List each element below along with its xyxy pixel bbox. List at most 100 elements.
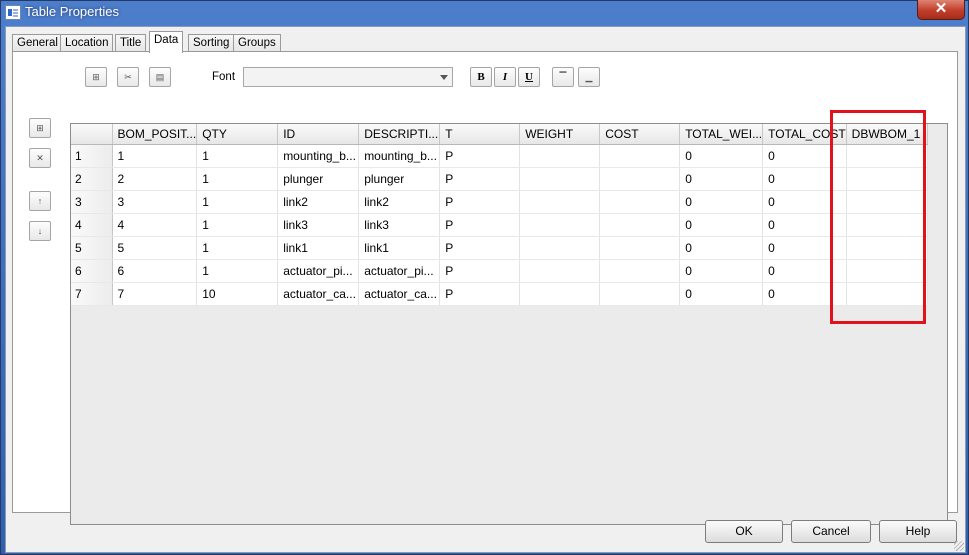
cut-column-icon[interactable]: ✂: [117, 67, 139, 87]
table-cell[interactable]: actuator_ca...: [358, 282, 441, 306]
table-cell[interactable]: P: [439, 144, 521, 168]
table-cell[interactable]: [599, 282, 681, 306]
tab-title[interactable]: Title: [115, 34, 147, 52]
table-cell[interactable]: [519, 213, 601, 237]
table-cell[interactable]: 1: [196, 259, 279, 283]
ok-button[interactable]: OK: [705, 520, 783, 543]
table-row[interactable]: 3 3 1 link2 link2 P 0 0: [71, 190, 928, 214]
table-cell[interactable]: link1: [277, 236, 360, 260]
title-bar[interactable]: Table Properties ✕: [1, 0, 968, 23]
add-row-icon[interactable]: ⊞: [29, 118, 51, 138]
row-number[interactable]: 2: [71, 167, 113, 191]
table-cell[interactable]: P: [439, 259, 521, 283]
column-header[interactable]: BOM_POSIT...: [112, 124, 198, 145]
delete-row-icon[interactable]: ✕: [29, 148, 51, 168]
table-cell[interactable]: P: [439, 282, 521, 306]
column-header[interactable]: WEIGHT: [519, 124, 601, 145]
table-cell[interactable]: [519, 236, 601, 260]
table-cell[interactable]: 1: [196, 167, 279, 191]
row-number[interactable]: 3: [71, 190, 113, 214]
table-cell[interactable]: [599, 259, 681, 283]
column-header[interactable]: TOTAL_WEI...: [679, 124, 764, 145]
row-number[interactable]: 5: [71, 236, 113, 260]
font-dropdown[interactable]: [243, 67, 453, 87]
table-cell[interactable]: 0: [679, 259, 764, 283]
table-row[interactable]: 7 7 10 actuator_ca... actuator_ca... P 0 0: [71, 282, 928, 306]
table-cell[interactable]: [519, 282, 601, 306]
table-cell[interactable]: [599, 213, 681, 237]
row-number[interactable]: 4: [71, 213, 113, 237]
table-cell[interactable]: link3: [277, 213, 360, 237]
column-header[interactable]: QTY: [196, 124, 279, 145]
table-row[interactable]: 2 2 1 plunger plunger P 0 0: [71, 167, 928, 191]
table-cell[interactable]: 4: [112, 213, 198, 237]
table-cell[interactable]: 10: [196, 282, 279, 306]
table-cell[interactable]: plunger: [358, 167, 441, 191]
column-header[interactable]: DESCRIPTI...: [358, 124, 441, 145]
table-cell[interactable]: 0: [679, 167, 764, 191]
table-cell[interactable]: link2: [358, 190, 441, 214]
table-cell[interactable]: 0: [679, 236, 764, 260]
table-cell[interactable]: plunger: [277, 167, 360, 191]
align-bottom-icon[interactable]: ▁: [578, 67, 600, 87]
tab-data[interactable]: Data: [149, 31, 184, 53]
table-cell[interactable]: [599, 236, 681, 260]
table-cell[interactable]: actuator_pi...: [358, 259, 441, 283]
format-cell-icon[interactable]: ▤: [149, 67, 171, 87]
data-grid[interactable]: BOM_POSIT... QTY ID DESCRIPTI... T WEIGH…: [70, 123, 948, 525]
table-cell[interactable]: [519, 259, 601, 283]
insert-row-above-icon[interactable]: ⊞: [85, 67, 107, 87]
tab-general[interactable]: General: [12, 34, 63, 52]
tab-location[interactable]: Location: [60, 34, 114, 52]
tab-groups[interactable]: Groups: [233, 34, 281, 52]
table-cell[interactable]: P: [439, 213, 521, 237]
underline-button[interactable]: U: [518, 67, 540, 87]
row-number[interactable]: 6: [71, 259, 113, 283]
table-row[interactable]: 5 5 1 link1 link1 P 0 0: [71, 236, 928, 260]
column-header[interactable]: ID: [277, 124, 360, 145]
table-cell[interactable]: 0: [679, 213, 764, 237]
table-cell[interactable]: [599, 167, 681, 191]
table-row[interactable]: 1 1 1 mounting_b... mounting_b... P 0 0: [71, 144, 928, 168]
table-cell[interactable]: [519, 190, 601, 214]
table-cell[interactable]: mounting_b...: [277, 144, 360, 168]
row-number[interactable]: 7: [71, 282, 113, 306]
tab-sorting[interactable]: Sorting: [188, 34, 235, 52]
table-cell[interactable]: 1: [196, 236, 279, 260]
table-cell[interactable]: P: [439, 190, 521, 214]
table-cell[interactable]: 0: [679, 282, 764, 306]
table-cell[interactable]: link2: [277, 190, 360, 214]
table-cell[interactable]: link3: [358, 213, 441, 237]
close-button[interactable]: ✕: [917, 0, 965, 20]
cancel-button[interactable]: Cancel: [791, 520, 871, 543]
table-cell[interactable]: P: [439, 236, 521, 260]
table-cell[interactable]: 1: [196, 190, 279, 214]
table-cell[interactable]: mounting_b...: [358, 144, 441, 168]
table-cell[interactable]: 1: [196, 144, 279, 168]
table-cell[interactable]: 0: [679, 190, 764, 214]
table-cell[interactable]: [519, 144, 601, 168]
table-cell[interactable]: 2: [112, 167, 198, 191]
italic-button[interactable]: I: [494, 67, 516, 87]
move-up-icon[interactable]: ↑: [29, 191, 51, 211]
table-cell[interactable]: 1: [112, 144, 198, 168]
help-button[interactable]: Help: [879, 520, 957, 543]
table-cell[interactable]: 0: [679, 144, 764, 168]
bold-button[interactable]: B: [470, 67, 492, 87]
table-cell[interactable]: 7: [112, 282, 198, 306]
table-cell[interactable]: actuator_ca...: [277, 282, 360, 306]
move-down-icon[interactable]: ↓: [29, 221, 51, 241]
table-cell[interactable]: 1: [196, 213, 279, 237]
table-cell[interactable]: [599, 144, 681, 168]
table-cell[interactable]: P: [439, 167, 521, 191]
resize-grip[interactable]: [954, 541, 964, 551]
table-cell[interactable]: 6: [112, 259, 198, 283]
table-cell[interactable]: link1: [358, 236, 441, 260]
table-row[interactable]: 6 6 1 actuator_pi... actuator_pi... P 0 0: [71, 259, 928, 283]
table-cell[interactable]: [519, 167, 601, 191]
table-cell[interactable]: 5: [112, 236, 198, 260]
table-cell[interactable]: [599, 190, 681, 214]
table-cell[interactable]: actuator_pi...: [277, 259, 360, 283]
row-number[interactable]: 1: [71, 144, 113, 168]
table-row[interactable]: 4 4 1 link3 link3 P 0 0: [71, 213, 928, 237]
